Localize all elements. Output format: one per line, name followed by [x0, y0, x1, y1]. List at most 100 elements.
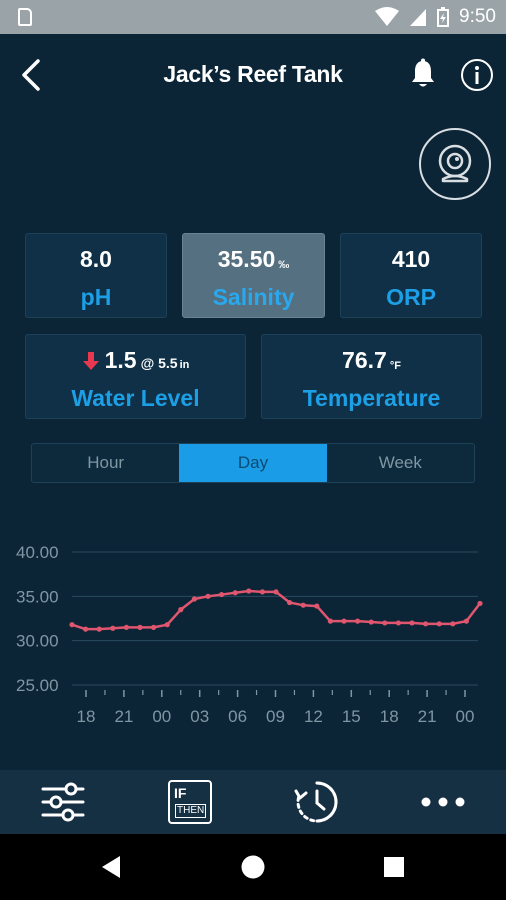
data-point [368, 619, 374, 625]
x-tick-label: 18 [77, 707, 96, 726]
data-point [341, 618, 347, 624]
android-nav-bar [0, 834, 506, 900]
data-point [300, 602, 306, 608]
data-point [123, 624, 129, 630]
y-tick-label: 25.00 [16, 676, 59, 695]
arrow-down-icon [82, 352, 99, 370]
recents-square-icon[interactable] [382, 855, 406, 879]
data-point [205, 593, 211, 599]
salinity-value-row: 35.50 ‰ [183, 246, 324, 273]
orp-value: 410 [391, 246, 431, 272]
data-point [423, 621, 429, 627]
y-tick-label: 35.00 [16, 587, 59, 606]
orp-card[interactable]: 410 ORP [340, 233, 482, 318]
x-tick-label: 06 [228, 707, 247, 726]
signal-icon [410, 9, 427, 26]
ph-label: pH [80, 284, 112, 310]
sd-card-icon [18, 8, 32, 26]
water-level-label: Water Level [71, 385, 200, 411]
status-bar: 9:50 [0, 0, 506, 34]
temperature-card[interactable]: 76.7 °F Temperature [261, 334, 482, 419]
water-level-value: 1.5 [104, 347, 137, 373]
data-point [395, 620, 401, 626]
data-point [273, 589, 279, 595]
data-point [287, 599, 293, 606]
history-button[interactable] [292, 778, 342, 826]
x-tick-label: 03 [190, 707, 209, 726]
battery-icon [437, 7, 450, 27]
temperature-unit: °F [389, 360, 401, 372]
temperature-value: 76.7 [342, 347, 387, 373]
data-point [477, 600, 483, 607]
x-tick-label: 21 [418, 707, 437, 726]
ph-value: 8.0 [80, 246, 112, 272]
home-circle-icon[interactable] [240, 854, 266, 880]
data-point [178, 607, 184, 613]
data-point [83, 626, 89, 632]
data-point [232, 590, 238, 596]
more-button[interactable] [418, 778, 468, 826]
water-level-unit: in [179, 359, 190, 371]
tab-week[interactable]: Week [327, 444, 474, 482]
more-icon [421, 797, 465, 807]
back-triangle-icon[interactable] [100, 854, 124, 880]
salinity-label: Salinity [212, 284, 295, 310]
x-tick-label: 15 [342, 707, 361, 726]
data-point [246, 588, 252, 594]
data-point [355, 618, 361, 624]
temperature-value-row: 76.7 °F [262, 347, 481, 374]
if-text: IF [174, 785, 187, 801]
data-point [382, 620, 388, 626]
data-point [463, 618, 469, 624]
data-point [164, 622, 170, 628]
ph-card[interactable]: 8.0 pH [25, 233, 167, 318]
salinity-chart: 40.00 35.00 30.00 25.00 18 21 00 03 06 09 12 15 18 21… [16, 543, 483, 726]
range-tabs: Hour Day Week [31, 443, 475, 483]
salinity-card[interactable]: 35.50 ‰ Salinity [182, 233, 325, 318]
camera-button[interactable] [419, 128, 491, 200]
filters-icon [41, 782, 85, 822]
orp-label: ORP [386, 284, 436, 310]
info-button[interactable] [460, 58, 494, 92]
water-level-at: @ 5.5 [140, 355, 178, 371]
tab-day[interactable]: Day [179, 444, 327, 482]
data-point [96, 626, 102, 632]
data-point [110, 625, 116, 631]
data-point [409, 620, 415, 626]
data-point [259, 589, 265, 595]
data-point [191, 596, 197, 602]
temperature-label: Temperature [302, 385, 441, 411]
data-point [219, 591, 225, 598]
bell-icon [412, 58, 434, 87]
x-tick-label: 00 [152, 707, 171, 726]
notifications-button[interactable] [408, 58, 438, 90]
bottom-nav: IF THEN [0, 770, 506, 834]
data-point [436, 621, 442, 627]
data-point [151, 624, 157, 630]
x-tick-label: 12 [304, 707, 323, 726]
x-tick-label: 21 [114, 707, 133, 726]
then-text: THEN [175, 804, 207, 818]
water-level-card[interactable]: 1.5 @ 5.5 in Water Level [25, 334, 246, 419]
if-then-icon: IF THEN [168, 780, 212, 824]
y-tick-label: 30.00 [16, 632, 59, 651]
tab-hour[interactable]: Hour [32, 444, 179, 482]
history-icon [294, 781, 338, 823]
wifi-icon [375, 7, 400, 26]
salinity-value: 35.50 [217, 246, 276, 272]
salinity-unit: ‰ [278, 259, 290, 271]
if-then-button[interactable]: IF THEN [165, 778, 215, 826]
filters-button[interactable] [38, 778, 88, 826]
x-tick-label: 18 [380, 707, 399, 726]
data-point [137, 624, 143, 630]
app-header: Jack’s Reef Tank [0, 34, 506, 116]
data-point [314, 603, 320, 609]
data-point [327, 618, 333, 624]
water-level-value-row: 1.5 @ 5.5 in [26, 347, 245, 374]
data-point [69, 622, 75, 628]
x-tick-label: 00 [456, 707, 475, 726]
data-point [450, 621, 456, 627]
x-tick-label: 09 [266, 707, 285, 726]
status-time: 9:50 [459, 6, 496, 27]
info-icon [461, 59, 493, 91]
